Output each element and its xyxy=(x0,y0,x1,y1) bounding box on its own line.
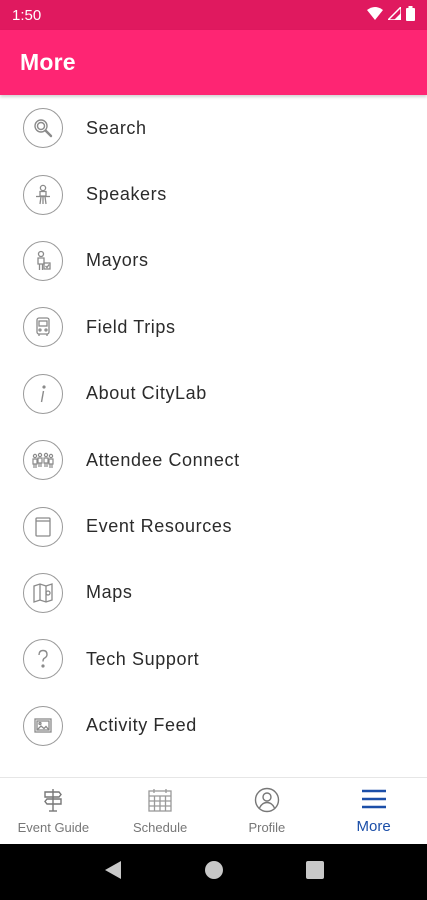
status-time: 1:50 xyxy=(12,6,42,24)
menu-label-field-trips: Field Trips xyxy=(86,316,176,337)
question-icon xyxy=(23,639,63,680)
menu-label-search: Search xyxy=(86,117,147,138)
recents-icon[interactable] xyxy=(305,860,324,884)
document-icon xyxy=(23,506,63,547)
menu-item-activity-feed[interactable]: Activity Feed xyxy=(0,693,427,759)
wifi-icon xyxy=(367,6,383,24)
mayors-icon xyxy=(23,240,63,281)
info-icon xyxy=(23,373,63,414)
menu-label-about: About CityLab xyxy=(86,383,207,404)
menu-item-search[interactable]: Search xyxy=(0,95,427,161)
nav-label-profile: Profile xyxy=(248,820,286,835)
menu-label-maps: Maps xyxy=(86,582,133,603)
menu-label-mayors: Mayors xyxy=(86,250,149,271)
menu-item-attendee-connect[interactable]: Attendee Connect xyxy=(0,427,427,493)
nav-tab-profile[interactable]: Profile xyxy=(214,778,321,844)
menu-item-speakers[interactable]: Speakers xyxy=(0,161,427,227)
map-icon xyxy=(23,572,63,613)
nav-tab-more[interactable]: More xyxy=(320,778,427,844)
hamburger-icon xyxy=(361,788,387,814)
menu-item-about[interactable]: About CityLab xyxy=(0,361,427,427)
system-nav-bar xyxy=(0,844,427,900)
menu-item-maps[interactable]: Maps xyxy=(0,560,427,626)
nav-tab-schedule[interactable]: Schedule xyxy=(107,778,214,844)
page-title: More xyxy=(20,49,76,75)
bus-icon xyxy=(23,307,63,348)
app-bar: More xyxy=(0,30,427,95)
menu-label-speakers: Speakers xyxy=(86,184,167,205)
menu-label-attendee-connect: Attendee Connect xyxy=(86,449,240,470)
signal-icon xyxy=(386,4,402,24)
photo-icon xyxy=(23,705,63,746)
back-icon[interactable] xyxy=(104,860,122,885)
menu-item-event-resources[interactable]: Event Resources xyxy=(0,493,427,559)
status-icons xyxy=(367,4,415,25)
menu-item-tech-support[interactable]: Tech Support xyxy=(0,626,427,692)
bottom-nav: Event Guide Schedule Profile More xyxy=(0,777,427,844)
battery-icon xyxy=(406,5,415,25)
nav-label-event-guide: Event Guide xyxy=(17,820,90,835)
speaker-icon xyxy=(23,174,63,215)
status-bar: 1:50 xyxy=(0,0,427,30)
menu-label-tech-support: Tech Support xyxy=(86,648,200,669)
nav-label-more: More xyxy=(356,817,391,835)
nav-tab-event-guide[interactable]: Event Guide xyxy=(0,778,107,844)
attendees-icon xyxy=(23,440,63,481)
menu-label-event-resources: Event Resources xyxy=(86,516,233,537)
menu-label-activity-feed: Activity Feed xyxy=(86,715,197,736)
home-icon[interactable] xyxy=(204,860,224,885)
search-icon xyxy=(23,108,63,149)
signpost-icon xyxy=(40,787,66,816)
menu-item-field-trips[interactable]: Field Trips xyxy=(0,294,427,360)
menu-item-mayors[interactable]: Mayors xyxy=(0,228,427,294)
menu-list: Search Speakers Mayors Field Trips About… xyxy=(0,95,427,759)
nav-label-schedule: Schedule xyxy=(133,820,188,835)
profile-icon xyxy=(254,787,280,816)
calendar-icon xyxy=(147,787,173,816)
